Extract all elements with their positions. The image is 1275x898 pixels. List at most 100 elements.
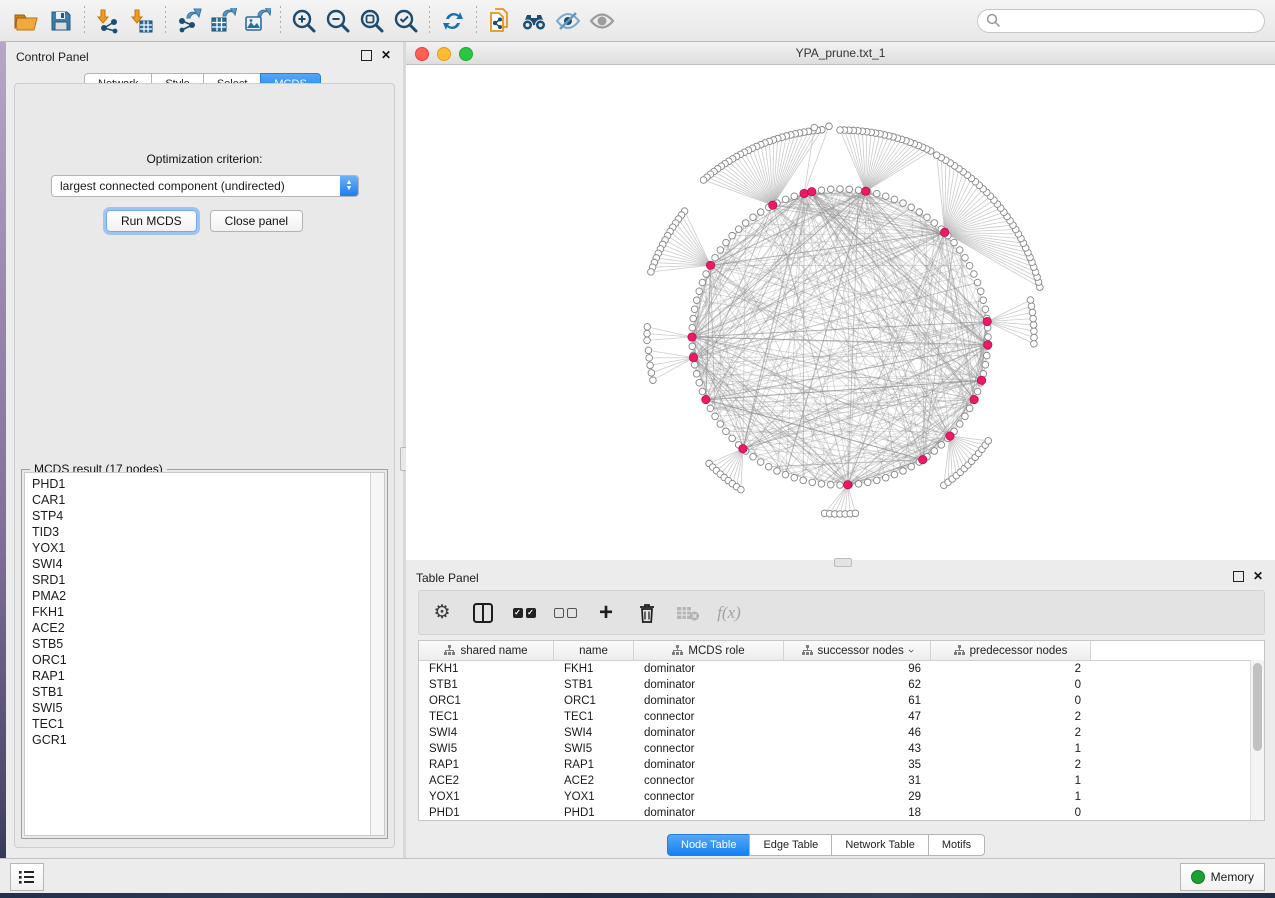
refresh-layout-icon[interactable] xyxy=(436,6,470,36)
optimization-criterion-select[interactable]: largest connected component (undirected)… xyxy=(51,175,359,197)
ring-node[interactable] xyxy=(818,481,825,488)
ring-node[interactable] xyxy=(729,435,736,442)
run-mcds-button[interactable]: Run MCDS xyxy=(106,210,197,232)
find-icon[interactable] xyxy=(517,6,551,36)
table-row[interactable]: YOX1YOX1connector291 xyxy=(419,789,1264,805)
mcds-hub-node[interactable] xyxy=(706,261,714,269)
ring-node[interactable] xyxy=(689,343,696,350)
column-header-shared-name[interactable]: shared name xyxy=(419,641,554,660)
ring-node[interactable] xyxy=(980,297,987,304)
mcds-hub-node[interactable] xyxy=(861,187,869,195)
ring-node[interactable] xyxy=(696,288,703,295)
ring-node[interactable] xyxy=(757,209,764,216)
ring-node[interactable] xyxy=(931,448,938,455)
deselect-all-icon[interactable] xyxy=(552,600,578,626)
ring-node[interactable] xyxy=(693,297,700,304)
mcds-hub-node[interactable] xyxy=(946,432,954,440)
table-scrollbar[interactable] xyxy=(1250,660,1264,820)
float-panel-icon[interactable] xyxy=(361,50,372,61)
ring-node[interactable] xyxy=(800,477,807,484)
mcds-result-item[interactable]: RAP1 xyxy=(32,668,370,684)
ring-node[interactable] xyxy=(982,361,989,368)
leaf-node[interactable] xyxy=(646,355,653,362)
select-all-icon[interactable]: ✓✓ xyxy=(511,600,537,626)
zoom-fit-icon[interactable] xyxy=(355,6,389,36)
ring-node[interactable] xyxy=(699,388,706,395)
leaf-node[interactable] xyxy=(644,330,651,337)
leaf-node[interactable] xyxy=(811,124,818,131)
ring-node[interactable] xyxy=(782,471,789,478)
table-row[interactable]: FKH1FKH1dominator962 xyxy=(419,661,1264,677)
ring-node[interactable] xyxy=(757,459,764,466)
ring-node[interactable] xyxy=(966,262,973,269)
mcds-result-item[interactable]: STB1 xyxy=(32,684,370,700)
mcds-hub-node[interactable] xyxy=(769,201,777,209)
ring-node[interactable] xyxy=(900,200,907,207)
table-row[interactable]: ORC1ORC1dominator610 xyxy=(419,693,1264,709)
ring-node[interactable] xyxy=(874,477,881,484)
close-panel-icon[interactable]: ✕ xyxy=(1253,572,1263,581)
ring-node[interactable] xyxy=(891,196,898,203)
task-history-button[interactable] xyxy=(10,863,44,891)
show-hidden-icon[interactable] xyxy=(585,6,619,36)
ring-node[interactable] xyxy=(691,306,698,313)
close-panel-icon[interactable]: ✕ xyxy=(381,51,391,60)
zoom-in-icon[interactable] xyxy=(287,6,321,36)
mcds-result-item[interactable]: ORC1 xyxy=(32,652,370,668)
network-search-field[interactable] xyxy=(977,9,1265,33)
ring-node[interactable] xyxy=(962,254,969,261)
mcds-result-item[interactable]: SRD1 xyxy=(32,572,370,588)
ring-node[interactable] xyxy=(900,468,907,475)
leaf-node[interactable] xyxy=(738,486,745,493)
leaf-node[interactable] xyxy=(1028,303,1035,310)
horizontal-splitter-handle[interactable] xyxy=(834,558,852,567)
ring-node[interactable] xyxy=(712,413,719,420)
ring-node[interactable] xyxy=(691,361,698,368)
ring-node[interactable] xyxy=(924,214,931,221)
network-window-titlebar[interactable]: YPA_prune.txt_1 xyxy=(406,42,1275,65)
table-row[interactable]: ACE2ACE2connector311 xyxy=(419,773,1264,789)
mcds-hub-node[interactable] xyxy=(970,395,978,403)
network-from-selection-icon[interactable] xyxy=(483,6,517,36)
ring-node[interactable] xyxy=(827,481,834,488)
leaf-node[interactable] xyxy=(644,324,651,331)
float-panel-icon[interactable] xyxy=(1233,571,1244,582)
mcds-hub-node[interactable] xyxy=(984,341,992,349)
leaf-node[interactable] xyxy=(647,362,654,369)
mcds-result-item[interactable]: PHD1 xyxy=(32,476,370,492)
ring-node[interactable] xyxy=(696,379,703,386)
table-row[interactable]: SWI4SWI4dominator462 xyxy=(419,725,1264,741)
ring-node[interactable] xyxy=(699,279,706,286)
hide-selected-icon[interactable] xyxy=(551,6,585,36)
mcds-hub-node[interactable] xyxy=(808,188,816,196)
column-header-mcds-role[interactable]: MCDS role xyxy=(634,641,784,660)
ring-node[interactable] xyxy=(882,193,889,200)
mcds-hub-node[interactable] xyxy=(977,376,985,384)
leaf-node[interactable] xyxy=(933,152,940,159)
ring-node[interactable] xyxy=(874,190,881,197)
export-table-icon[interactable] xyxy=(206,6,240,36)
table-row[interactable]: SWI5SWI5connector431 xyxy=(419,741,1264,757)
column-header-successor-nodes[interactable]: successor nodes› xyxy=(784,641,931,660)
network-graph[interactable] xyxy=(406,65,1275,560)
ring-node[interactable] xyxy=(717,247,724,254)
export-network-icon[interactable] xyxy=(172,6,206,36)
ring-node[interactable] xyxy=(908,204,915,211)
mcds-hub-node[interactable] xyxy=(702,395,710,403)
ring-node[interactable] xyxy=(855,187,862,194)
ring-node[interactable] xyxy=(723,239,730,246)
memory-button[interactable]: Memory xyxy=(1180,863,1265,891)
tab-motifs[interactable]: Motifs xyxy=(928,834,985,856)
ring-node[interactable] xyxy=(938,442,945,449)
mcds-hub-node[interactable] xyxy=(688,333,696,341)
export-image-icon[interactable] xyxy=(240,6,274,36)
import-network-icon[interactable] xyxy=(91,6,125,36)
ring-node[interactable] xyxy=(750,214,757,221)
table-row[interactable]: STB1STB1dominator620 xyxy=(419,677,1264,693)
column-header-name[interactable]: name xyxy=(554,641,634,660)
ring-node[interactable] xyxy=(729,232,736,239)
ring-node[interactable] xyxy=(931,220,938,227)
ring-node[interactable] xyxy=(882,474,889,481)
column-header-predecessor-nodes[interactable]: predecessor nodes xyxy=(931,641,1091,660)
tab-network-table[interactable]: Network Table xyxy=(831,834,929,856)
